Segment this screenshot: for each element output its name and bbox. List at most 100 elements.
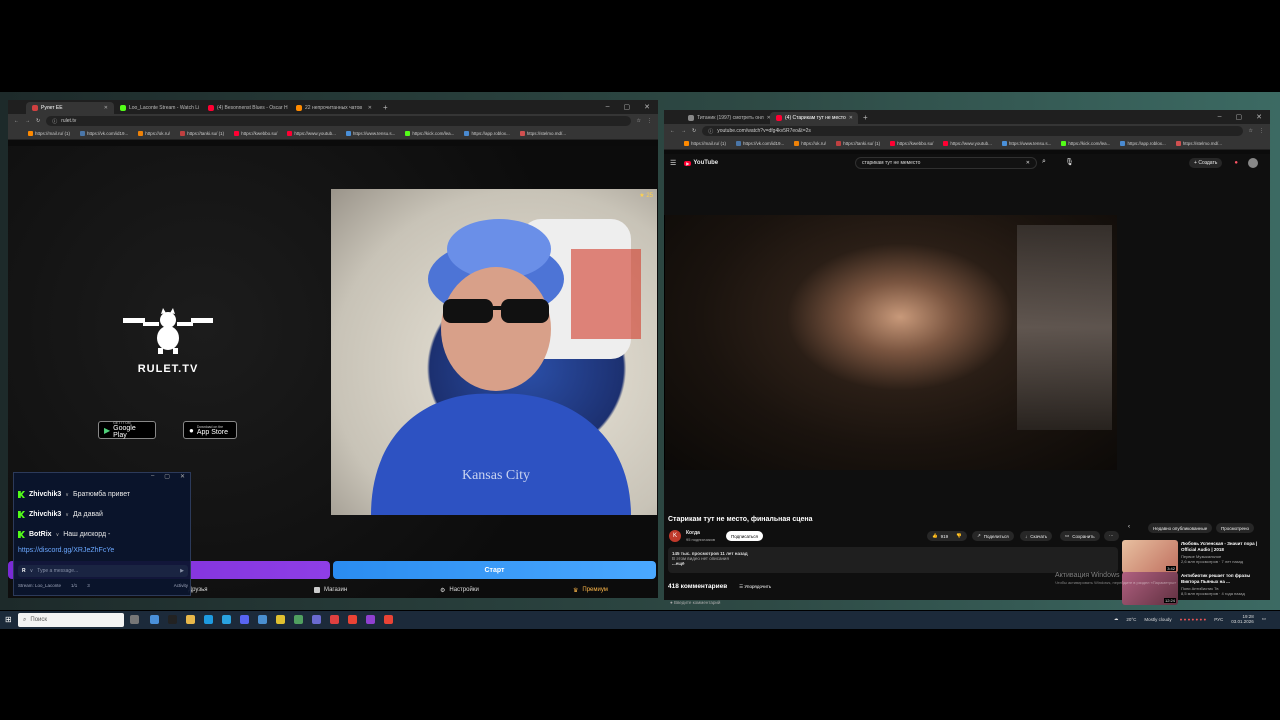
- tab-rulet[interactable]: Рулет ЕЕ ✕: [26, 102, 114, 114]
- language-indicator[interactable]: РУС: [1214, 617, 1223, 622]
- bookmark-item[interactable]: https://www.youtub...: [287, 131, 336, 136]
- tab-youtube-video[interactable]: (4) Старикам тут не место ✕: [770, 112, 858, 124]
- bookmark-item[interactable]: https://www.youtub...: [943, 141, 992, 146]
- site-info-icon[interactable]: ⓘ: [708, 128, 713, 135]
- windows-start-icon[interactable]: ⊞: [5, 615, 12, 624]
- nav-premium[interactable]: ♛ Премиум: [573, 587, 608, 594]
- add-comment-input[interactable]: ● Введите комментарий: [670, 600, 720, 605]
- bookmark-item[interactable]: https://mail.ru/ (1): [684, 141, 726, 146]
- telegram-icon[interactable]: [222, 615, 231, 624]
- bookmark-item[interactable]: https://tanki.su/ (1): [836, 141, 880, 146]
- bookmark-item[interactable]: https://www.tensu.s...: [345, 131, 395, 136]
- close-window-icon[interactable]: ✕: [644, 103, 650, 111]
- bookmark-item[interactable]: https://app.roblox...: [464, 131, 510, 136]
- tab-titanic[interactable]: Титаник (1997) смотреть онл ✕: [682, 112, 770, 124]
- reload-icon[interactable]: ↻: [36, 118, 40, 124]
- app-store-button[interactable]: ● Download on the App Store: [183, 421, 237, 439]
- tray-icons[interactable]: ● ● ● ● ● ● ●: [1180, 617, 1207, 622]
- microphone-icon[interactable]: 🎙: [1065, 158, 1074, 166]
- close-window-icon[interactable]: ✕: [1256, 113, 1262, 121]
- video-description[interactable]: 145 тыс. просмотров 11 лет назад В этом …: [668, 547, 1118, 573]
- star-icon[interactable]: ☆: [1249, 128, 1253, 134]
- site-info-icon[interactable]: ⓘ: [52, 118, 57, 125]
- search-icon[interactable]: ⌕: [1042, 158, 1046, 166]
- weather-icon[interactable]: ☁: [1114, 616, 1119, 622]
- bookmark-item[interactable]: https://ok.ru/: [138, 131, 170, 136]
- more-button[interactable]: ⋯: [1104, 531, 1119, 541]
- bookmark-item[interactable]: https://vk.com/id19...: [80, 131, 128, 136]
- channel-avatar[interactable]: K: [669, 530, 681, 542]
- maximize-icon[interactable]: ▢: [624, 103, 631, 111]
- bookmark-item[interactable]: https://vk.com/id19...: [736, 141, 784, 146]
- menu-icon[interactable]: ⋮: [647, 118, 652, 124]
- like-dislike-group[interactable]: 👍 919 👎: [927, 531, 967, 541]
- bookmark-item[interactable]: https://stelmo.md/...: [1175, 141, 1222, 146]
- discord-link[interactable]: https://discord.gg/XRJeZhFcYe: [18, 547, 114, 554]
- close-icon[interactable]: ✕: [849, 115, 853, 121]
- bookmark-item[interactable]: https://mail.ru/ (1): [28, 131, 70, 136]
- app-icon[interactable]: [312, 615, 321, 624]
- chat-username[interactable]: BotRix: [29, 531, 52, 538]
- close-icon[interactable]: ✕: [368, 105, 372, 111]
- avatar[interactable]: [1248, 158, 1258, 168]
- chat-username[interactable]: Zhivchik3: [29, 511, 61, 518]
- chat-username[interactable]: Zhivchik3: [29, 491, 61, 498]
- bookmark-item[interactable]: https://www.tensu.s...: [1001, 141, 1051, 146]
- youtube-logo[interactable]: ▶ YouTube: [684, 160, 718, 166]
- bell-icon[interactable]: ●: [1234, 160, 1238, 166]
- obs-icon[interactable]: [366, 615, 375, 624]
- maximize-icon[interactable]: ▢: [164, 473, 170, 483]
- menu-icon[interactable]: ⋮: [1259, 128, 1264, 134]
- app-icon[interactable]: [294, 615, 303, 624]
- address-input[interactable]: ⓘ youtube.com/watch?v=dfg4kv5R7eo&t=2s: [702, 126, 1243, 136]
- close-icon[interactable]: ✕: [180, 473, 185, 483]
- notification-icon[interactable]: ▭: [1262, 616, 1266, 622]
- minimize-icon[interactable]: –: [1218, 113, 1222, 121]
- show-more-link[interactable]: ...ещё: [672, 561, 1114, 566]
- address-input[interactable]: ⓘ rulet.tv: [46, 116, 631, 126]
- save-button[interactable]: ▭ Сохранить: [1060, 531, 1100, 541]
- google-play-button[interactable]: ▶ GET IT ON Google Play: [98, 421, 156, 439]
- back-icon[interactable]: ←: [670, 128, 675, 134]
- send-icon[interactable]: ▶: [180, 568, 184, 574]
- create-button[interactable]: + Создать: [1189, 158, 1223, 168]
- app-icon[interactable]: [168, 615, 177, 624]
- edge-icon[interactable]: [204, 615, 213, 624]
- new-tab-icon[interactable]: +: [378, 103, 393, 112]
- bookmark-item[interactable]: https://kwebbo.su/: [234, 131, 277, 136]
- bookmark-item[interactable]: https://kick.com/lea...: [405, 131, 454, 136]
- download-button[interactable]: ↓ Скачать: [1020, 531, 1053, 541]
- chrome-icon[interactable]: [348, 615, 357, 624]
- bookmark-item[interactable]: https://kick.com/lea...: [1061, 141, 1110, 146]
- tab-kick[interactable]: Loo_Laconte Stream - Watch Li ✕: [114, 102, 202, 114]
- forward-icon[interactable]: →: [25, 118, 30, 124]
- app-icon[interactable]: [276, 615, 285, 624]
- minimize-icon[interactable]: –: [606, 103, 610, 111]
- clear-icon[interactable]: ✕: [1026, 160, 1030, 166]
- back-icon[interactable]: ←: [14, 118, 19, 124]
- search-input[interactable]: старикам тут не меместо ✕: [855, 157, 1037, 169]
- taskbar-search-input[interactable]: ⌕ Поиск: [18, 613, 124, 627]
- star-icon[interactable]: ☆: [637, 118, 641, 124]
- bookmark-item[interactable]: https://kwebbo.su/: [890, 141, 933, 146]
- channel-name[interactable]: Когда: [686, 530, 700, 536]
- chat-input[interactable]: R ∨ Type a message... ▶: [18, 565, 188, 577]
- chat-activity[interactable]: Activity: [174, 583, 188, 588]
- file-explorer-icon[interactable]: [186, 615, 195, 624]
- bookmark-item[interactable]: https://ok.ru/: [794, 141, 826, 146]
- discord-icon[interactable]: [240, 615, 249, 624]
- task-view-icon[interactable]: [130, 615, 139, 624]
- bookmark-item[interactable]: https://stelmo.md/...: [519, 131, 566, 136]
- minimize-icon[interactable]: –: [151, 473, 154, 483]
- share-button[interactable]: ↗ Поделиться: [972, 531, 1014, 541]
- tab-chats[interactable]: 22 непрочитанных чатов ✕: [290, 102, 378, 114]
- clock[interactable]: 19:28 03.01.2026: [1231, 614, 1254, 625]
- bookmark-item[interactable]: https://app.roblox...: [1120, 141, 1166, 146]
- sort-button[interactable]: ☰ Упорядочить: [739, 584, 771, 589]
- app-icon[interactable]: [150, 615, 159, 624]
- reload-icon[interactable]: ↻: [692, 128, 696, 134]
- subscribe-button[interactable]: Подписаться: [726, 531, 763, 541]
- start-button[interactable]: Старт: [333, 561, 656, 579]
- maximize-icon[interactable]: ▢: [1236, 113, 1243, 121]
- nav-settings[interactable]: ⚙ Настройки: [440, 587, 479, 594]
